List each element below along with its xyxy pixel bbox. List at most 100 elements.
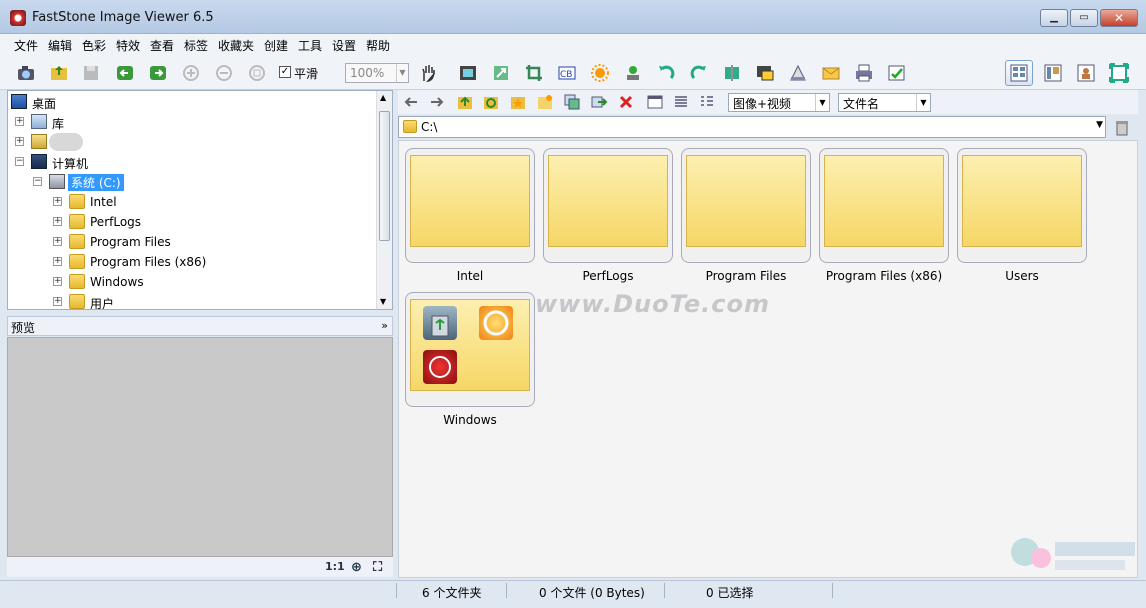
slideshow-icon[interactable] (458, 63, 478, 83)
rotate-left-icon[interactable] (656, 63, 676, 83)
zoom-out-icon[interactable] (214, 63, 234, 83)
view-details-icon[interactable] (1005, 60, 1033, 86)
tree-scrollbar[interactable]: ▲ ▼ (376, 91, 392, 309)
expand-icon[interactable]: + (53, 237, 62, 246)
next-icon[interactable] (148, 63, 168, 83)
flip-icon[interactable] (722, 63, 742, 83)
up-folder-icon[interactable] (456, 93, 474, 111)
folder-thumbnail (686, 155, 806, 247)
menu-tags[interactable]: 标签 (184, 37, 208, 54)
tree-item-folder[interactable]: + 用户 (53, 293, 253, 309)
wallpaper-icon[interactable] (755, 63, 775, 83)
tree-item-system-drive[interactable]: − 系统 (C:) (33, 173, 233, 191)
expand-icon[interactable]: + (53, 257, 62, 266)
open-folder-icon[interactable] (49, 63, 69, 83)
path-input[interactable]: C:\ ▼ (398, 116, 1106, 138)
tree-item-computer[interactable]: − 计算机 (15, 153, 215, 171)
sort-select[interactable]: 文件名 ▼ (838, 93, 931, 112)
zoom-in-icon[interactable] (181, 63, 201, 83)
expand-icon[interactable]: + (15, 137, 24, 146)
actual-size-button[interactable]: 1:1 (325, 560, 345, 573)
folder-thumbnail (410, 155, 530, 247)
tree-item-folder[interactable]: + Program Files (53, 233, 253, 251)
tree-item-folder[interactable]: + Windows (53, 273, 253, 291)
menu-tools[interactable]: 工具 (298, 37, 322, 54)
save-icon[interactable] (81, 63, 101, 83)
tree-item-folder[interactable]: + Intel (53, 193, 253, 211)
tree-item-desktop[interactable]: 桌面 (11, 93, 211, 111)
folder-icon (403, 120, 417, 133)
menu-file[interactable]: 文件 (14, 37, 38, 54)
stamp-icon[interactable] (623, 63, 643, 83)
tree-item-library[interactable]: + 库 (15, 113, 215, 131)
minimize-button[interactable]: ▁ (1040, 9, 1068, 27)
menu-favorites[interactable]: 收藏夹 (218, 37, 254, 54)
expand-icon[interactable]: + (15, 117, 24, 126)
folder-icon (69, 254, 85, 269)
move-to-icon[interactable] (590, 93, 608, 111)
preview-footer: 1:1 ⊕ ⛶ (7, 557, 393, 577)
close-button[interactable]: ✕ (1100, 9, 1138, 27)
menu-create[interactable]: 创建 (264, 37, 288, 54)
menu-color[interactable]: 色彩 (82, 37, 106, 54)
expand-icon[interactable]: + (53, 197, 62, 206)
batch-icon[interactable] (887, 63, 907, 83)
new-folder-icon[interactable] (536, 93, 554, 111)
folder-thumbnail (824, 155, 944, 247)
zoom-select[interactable]: 100% ▼ (345, 63, 409, 83)
collapse-icon[interactable]: − (33, 177, 42, 186)
smooth-checkbox[interactable]: ✓ (279, 66, 291, 78)
fit-icon[interactable] (247, 63, 267, 83)
copy-to-icon[interactable] (563, 93, 581, 111)
previous-icon[interactable] (115, 63, 135, 83)
menu-effects[interactable]: 特效 (116, 37, 140, 54)
preview-title: 预览 (11, 321, 36, 335)
collapse-preview-icon[interactable]: » (381, 319, 388, 332)
menu-settings[interactable]: 设置 (332, 37, 356, 54)
scroll-down-icon[interactable]: ▼ (380, 297, 386, 306)
library-icon (31, 114, 47, 129)
tree-item-folder[interactable]: + Program Files (x86) (53, 253, 253, 271)
back-icon[interactable] (402, 93, 420, 111)
thumbnail-size-icon[interactable] (646, 93, 664, 111)
expand-icon[interactable]: + (53, 277, 62, 286)
resize-icon[interactable] (491, 63, 511, 83)
camera-icon[interactable] (16, 63, 36, 83)
print-icon[interactable] (854, 63, 874, 83)
delete-icon[interactable] (617, 93, 635, 111)
fullscreen-icon[interactable] (1105, 60, 1133, 86)
maximize-button[interactable]: ▭ (1070, 9, 1098, 27)
drive-icon (49, 174, 65, 189)
full-view-icon[interactable]: ⛶ (373, 560, 382, 575)
menu-help[interactable]: 帮助 (366, 37, 390, 54)
tree-item-folder[interactable]: + PerfLogs (53, 213, 253, 231)
expand-icon[interactable]: + (53, 217, 62, 226)
adjust-light-icon[interactable] (590, 63, 610, 83)
crop-icon[interactable] (524, 63, 544, 83)
recycle-bin-icon[interactable] (1113, 118, 1131, 136)
menu-view[interactable]: 查看 (150, 37, 174, 54)
refresh-icon[interactable] (482, 93, 500, 111)
details-view-icon[interactable] (698, 93, 716, 111)
color-balance-icon[interactable]: CB (557, 63, 577, 83)
scroll-up-icon[interactable]: ▲ (380, 93, 386, 102)
favorite-folder-icon[interactable] (509, 93, 527, 111)
menu-edit[interactable]: 编辑 (48, 37, 72, 54)
list-view-icon[interactable] (672, 93, 690, 111)
collapse-icon[interactable]: − (15, 157, 24, 166)
hand-tool-icon[interactable] (418, 63, 438, 83)
expand-icon[interactable]: + (53, 297, 62, 306)
forward-icon[interactable] (428, 93, 446, 111)
file-type-filter[interactable]: 图像+视频 ▼ (728, 93, 830, 112)
view-browser-icon[interactable] (1039, 60, 1067, 86)
sort-value: 文件名 (843, 97, 880, 111)
scrollbar-thumb[interactable] (379, 111, 390, 241)
file-count: 0 个文件 (0 Bytes) (539, 586, 645, 600)
view-image-icon[interactable] (1072, 60, 1100, 86)
chevron-down-icon[interactable]: ▼ (1096, 120, 1103, 130)
tree-item-user[interactable]: + (15, 133, 215, 151)
email-icon[interactable] (821, 63, 841, 83)
draw-icon[interactable] (788, 63, 808, 83)
rotate-right-icon[interactable] (689, 63, 709, 83)
fit-window-icon[interactable]: ⊕ (351, 560, 362, 575)
